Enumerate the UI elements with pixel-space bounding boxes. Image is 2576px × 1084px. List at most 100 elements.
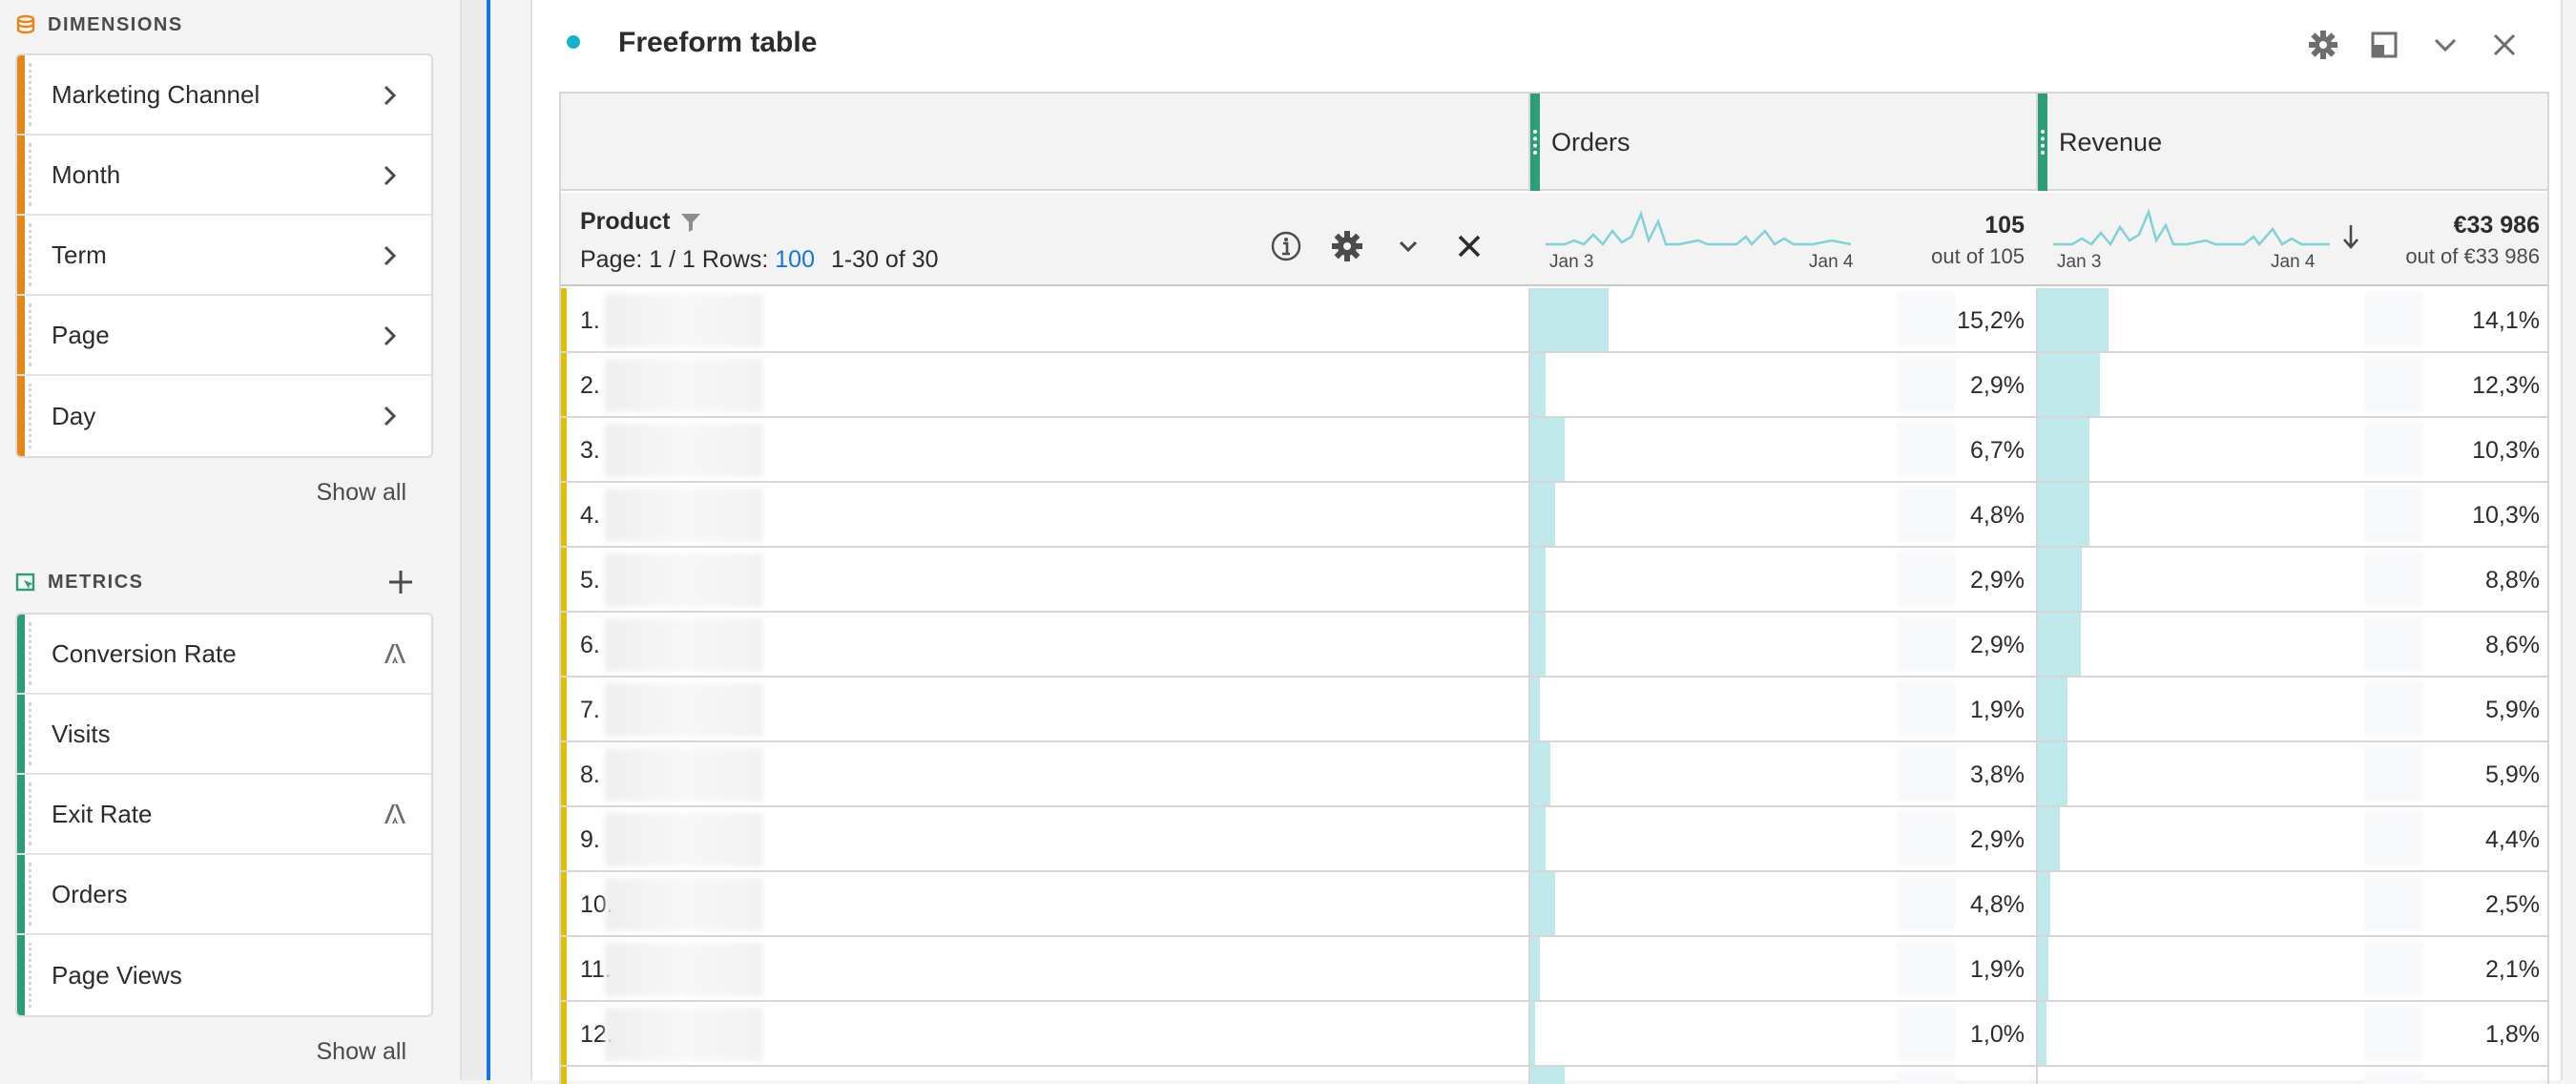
orders-cell[interactable]: 1,0% [1528, 1002, 2036, 1065]
sort-descending-icon[interactable] [2341, 223, 2360, 250]
metric-item-exit-rate[interactable]: Exit Rate [17, 775, 431, 855]
revenue-cell[interactable]: 14,1% [2036, 288, 2547, 351]
revenue-column-header[interactable]: Revenue [2036, 94, 2547, 191]
redacted-product-name[interactable] [605, 878, 763, 931]
orders-cell[interactable]: 1,9% [1528, 937, 2036, 1000]
metric-item-page-views[interactable]: Page Views [17, 935, 431, 1015]
dimension-stripe[interactable] [17, 55, 31, 134]
metric-item-orders[interactable]: Orders [17, 855, 431, 935]
revenue-cell[interactable]: 12,3% [2036, 353, 2547, 416]
dimension-item-day[interactable]: Day [17, 376, 431, 456]
orders-cell[interactable]: 2,9% [1528, 353, 2036, 416]
revenue-drag-handle[interactable] [2038, 94, 2047, 191]
redacted-orders-value [1897, 811, 1956, 866]
orders-cell[interactable]: 15,2% [1528, 288, 2036, 351]
dimension-item-month[interactable]: Month [17, 136, 431, 216]
dimension-settings-gear-icon[interactable] [1330, 229, 1364, 263]
revenue-cell[interactable]: 5,9% [2036, 742, 2547, 805]
revenue-cell[interactable]: 8,8% [2036, 548, 2547, 611]
table-row[interactable]: 11. 1,9% 2,1% [561, 937, 2547, 1002]
info-icon[interactable] [1269, 229, 1303, 263]
redacted-revenue-value [2364, 616, 2423, 672]
row-index: 2. [580, 372, 600, 399]
orders-cell[interactable]: 4,8% [1528, 483, 2036, 546]
redacted-product-name[interactable] [605, 683, 763, 737]
orders-cell[interactable]: 4,8% [1528, 872, 2036, 935]
table-row[interactable] [561, 1067, 2547, 1084]
orders-column-header[interactable]: Orders [1528, 94, 2036, 191]
table-row[interactable]: 3. 6,7% 10,3% [561, 418, 2547, 483]
dimension-stripe[interactable] [17, 376, 31, 456]
table-row[interactable]: 9. 2,9% 4,4% [561, 807, 2547, 872]
redacted-product-name[interactable] [605, 748, 763, 802]
revenue-cell[interactable]: 4,4% [2036, 807, 2547, 870]
redacted-product-name[interactable] [605, 489, 763, 542]
metric-stripe[interactable] [17, 615, 31, 693]
table-row[interactable]: 4. 4,8% 10,3% [561, 483, 2547, 548]
metric-item-conversion-rate[interactable]: Conversion Rate [17, 615, 431, 695]
redacted-product-name[interactable] [605, 553, 763, 607]
revenue-cell[interactable]: 1,8% [2036, 1002, 2547, 1065]
metric-item-visits[interactable]: Visits [17, 695, 431, 775]
filter-icon[interactable] [679, 211, 702, 234]
dimension-title[interactable]: Product [580, 208, 702, 236]
revenue-cell[interactable]: 8,6% [2036, 613, 2547, 676]
dimension-stripe[interactable] [17, 136, 31, 214]
redacted-product-name[interactable] [605, 424, 763, 477]
metrics-show-all-link[interactable]: Show all [317, 1038, 407, 1066]
orders-cell[interactable]: 3,8% [1528, 742, 2036, 805]
metric-stripe[interactable] [17, 855, 31, 933]
revenue-percent: 4,4% [2485, 826, 2540, 853]
dimension-item-term[interactable]: Term [17, 216, 431, 296]
redacted-product-name[interactable] [605, 943, 763, 996]
redacted-orders-value [1897, 1006, 1956, 1061]
revenue-cell[interactable]: 2,1% [2036, 937, 2547, 1000]
table-row[interactable]: 7. 1,9% 5,9% [561, 678, 2547, 742]
metric-stripe[interactable] [17, 935, 31, 1015]
redacted-product-name[interactable] [605, 813, 763, 866]
table-row[interactable]: 12. 1,0% 1,8% [561, 1002, 2547, 1067]
table-row[interactable]: 8. 3,8% 5,9% [561, 742, 2547, 807]
redacted-revenue-value [2364, 292, 2423, 347]
rows-per-page-select[interactable]: 100 [775, 246, 815, 273]
table-row[interactable]: 10. 4,8% 2,5% [561, 872, 2547, 937]
orders-cell[interactable]: 2,9% [1528, 613, 2036, 676]
dimension-chevron-down-icon[interactable] [1391, 229, 1425, 263]
redacted-product-name[interactable] [605, 1008, 763, 1061]
metric-stripe[interactable] [17, 775, 31, 853]
table-row[interactable]: 2. 2,9% 12,3% [561, 353, 2547, 418]
table-row[interactable]: 6. 2,9% 8,6% [561, 613, 2547, 678]
dimensions-show-all-link[interactable]: Show all [317, 479, 407, 507]
orders-cell[interactable]: 1,9% [1528, 678, 2036, 740]
table-row[interactable]: 1. 15,2% 14,1% [561, 288, 2547, 353]
redacted-product-name[interactable] [605, 618, 763, 672]
viz-title[interactable]: Freeform table [618, 27, 817, 59]
redacted-product-name[interactable] [605, 294, 763, 347]
dimension-close-icon[interactable] [1452, 229, 1486, 263]
table-row[interactable]: 5. 2,9% 8,8% [561, 548, 2547, 613]
dimension-item-marketing-channel[interactable]: Marketing Channel [17, 55, 431, 136]
dimension-label: Product [580, 208, 671, 235]
dimension-stripe[interactable] [17, 216, 31, 294]
revenue-cell[interactable] [2036, 1067, 2547, 1084]
metric-stripe[interactable] [17, 695, 31, 773]
viz-collapse-chevron-down-icon[interactable] [2429, 29, 2462, 61]
dimension-stripe[interactable] [17, 296, 31, 374]
orders-cell[interactable]: 2,9% [1528, 548, 2036, 611]
viz-maximize-icon[interactable] [2368, 29, 2400, 61]
dimension-item-page[interactable]: Page [17, 296, 431, 376]
revenue-cell[interactable]: 10,3% [2036, 483, 2547, 546]
revenue-cell[interactable]: 2,5% [2036, 872, 2547, 935]
orders-cell[interactable]: 2,9% [1528, 807, 2036, 870]
add-metric-plus-icon[interactable] [385, 567, 416, 597]
viz-close-icon[interactable] [2488, 29, 2521, 61]
orders-bar [1530, 872, 1555, 935]
revenue-cell[interactable]: 5,9% [2036, 678, 2547, 740]
revenue-cell[interactable]: 10,3% [2036, 418, 2547, 481]
viz-settings-gear-icon[interactable] [2307, 29, 2339, 61]
orders-cell[interactable]: 6,7% [1528, 418, 2036, 481]
orders-drag-handle[interactable] [1530, 94, 1540, 191]
metric-header-row: Orders Revenue [561, 94, 2547, 191]
redacted-product-name[interactable] [605, 359, 763, 412]
orders-cell[interactable] [1528, 1067, 2036, 1084]
